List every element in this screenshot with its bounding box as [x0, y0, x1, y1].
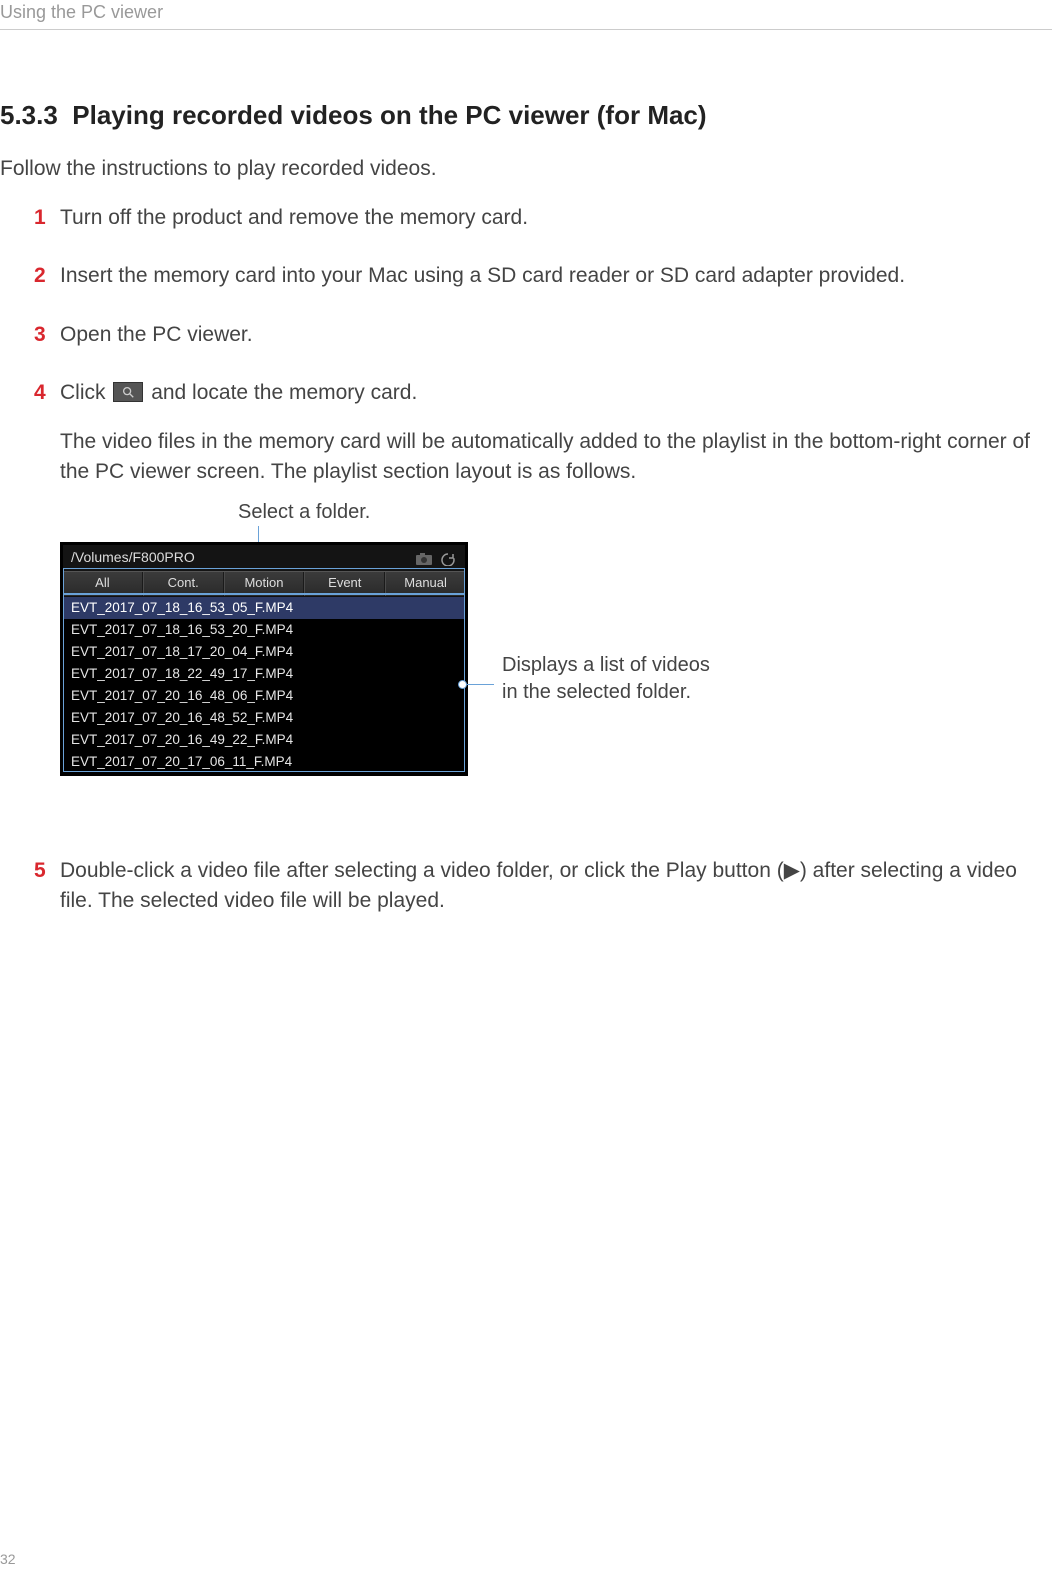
file-item[interactable]: EVT_2017_07_18_16_53_05_F.MP4	[63, 597, 465, 619]
step-3: 3 Open the PC viewer.	[34, 320, 1052, 350]
camera-icon[interactable]	[415, 551, 433, 565]
intro-text: Follow the instructions to play recorded…	[0, 157, 1052, 181]
step-4-description: The video files in the memory card will …	[60, 427, 1052, 488]
step-text: Insert the memory card into your Mac usi…	[60, 264, 905, 287]
step-5: 5 Double-click a video file after select…	[34, 856, 1052, 917]
callout-list-label: Displays a list of videos in the selecte…	[502, 652, 710, 706]
callout-dot	[458, 680, 467, 689]
section-heading: 5.3.3 Playing recorded videos on the PC …	[0, 100, 1052, 131]
tab-manual[interactable]: Manual	[385, 572, 465, 596]
step-text-a: Click	[60, 381, 106, 404]
step-text-b: and locate the memory card.	[151, 381, 417, 404]
playlist-figure: Select a folder. /Volumes/F800PRO All Co	[60, 498, 1052, 828]
step-1: 1 Turn off the product and remove the me…	[34, 203, 1052, 233]
file-item[interactable]: EVT_2017_07_20_17_06_11_F.MP4	[63, 751, 465, 773]
callout-list-label-line1: Displays a list of videos	[502, 654, 710, 676]
step-number: 5	[34, 856, 46, 886]
volume-path: /Volumes/F800PRO	[71, 547, 195, 567]
step-text: Double-click a video file after selectin…	[60, 859, 1017, 912]
page-number: 32	[0, 1551, 16, 1567]
section-title: Playing recorded videos on the PC viewer…	[72, 100, 706, 130]
refresh-icon[interactable]	[439, 551, 457, 565]
tab-event[interactable]: Event	[304, 572, 385, 596]
folder-tabs: All Cont. Motion Event Manual	[63, 571, 465, 597]
file-item[interactable]: EVT_2017_07_18_22_49_17_F.MP4	[63, 663, 465, 685]
file-item[interactable]: EVT_2017_07_20_16_49_22_F.MP4	[63, 729, 465, 751]
step-text: Turn off the product and remove the memo…	[60, 206, 528, 229]
tab-motion[interactable]: Motion	[224, 572, 305, 596]
file-item[interactable]: EVT_2017_07_18_17_20_04_F.MP4	[63, 641, 465, 663]
step-4: 4 Click and locate the memory card. The …	[34, 378, 1052, 827]
tab-cont[interactable]: Cont.	[143, 572, 224, 596]
step-2: 2 Insert the memory card into your Mac u…	[34, 261, 1052, 291]
playlist-path-bar: /Volumes/F800PRO	[63, 545, 465, 571]
step-number: 4	[34, 378, 46, 408]
callout-line	[464, 684, 494, 685]
file-item[interactable]: EVT_2017_07_20_16_48_06_F.MP4	[63, 685, 465, 707]
search-folder-icon	[113, 382, 143, 402]
playlist-panel: /Volumes/F800PRO All Cont. Motion Event …	[60, 542, 468, 776]
callout-list-label-line2: in the selected folder.	[502, 681, 691, 703]
file-list: EVT_2017_07_18_16_53_05_F.MP4 EVT_2017_0…	[63, 597, 465, 773]
step-number: 2	[34, 261, 46, 291]
file-item[interactable]: EVT_2017_07_20_16_48_52_F.MP4	[63, 707, 465, 729]
step-number: 1	[34, 203, 46, 233]
callout-folder-label: Select a folder.	[238, 498, 370, 527]
step-text: Open the PC viewer.	[60, 323, 253, 346]
file-item[interactable]: EVT_2017_07_18_16_53_20_F.MP4	[63, 619, 465, 641]
step-number: 3	[34, 320, 46, 350]
tab-all[interactable]: All	[63, 572, 143, 596]
page-header: Using the PC viewer	[0, 0, 1052, 30]
section-number: 5.3.3	[0, 100, 58, 130]
